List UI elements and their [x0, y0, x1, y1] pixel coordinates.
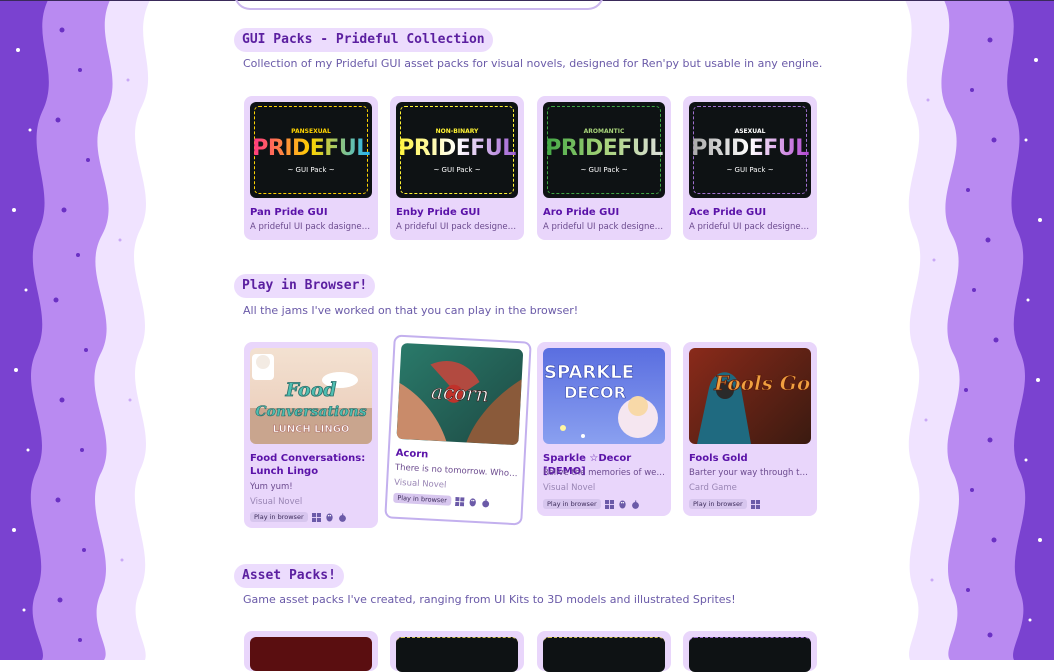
windows-icon — [311, 512, 321, 522]
game-thumbnail[interactable]: SPARKLE DECOR — [543, 348, 665, 444]
game-card-pan-pride-gui[interactable]: PANSEXUAL PRIDEFUL ~ GUI Pack ~ Pan Prid… — [244, 96, 378, 240]
thumbnail-word: PRIDEFUL — [689, 136, 811, 161]
play-in-browser-badge[interactable]: Play in browser — [689, 499, 747, 509]
game-card-ace-pride-gui[interactable]: ASEXUAL PRIDEFUL ~ GUI Pack ~ Ace Pride … — [683, 96, 817, 240]
game-thumbnail[interactable]: Fools Gold — [689, 348, 811, 444]
game-title-link[interactable]: Fools Gold — [689, 452, 813, 465]
previous-section-frame — [234, 0, 604, 10]
thumbnail-title-line2: DECOR — [564, 383, 626, 402]
asset-card[interactable] — [683, 631, 817, 672]
game-card-enby-pride-gui[interactable]: NON-BINARY PRIDEFUL ~ GUI Pack ~ Enby Pr… — [390, 96, 524, 240]
section-description-play-in-browser: All the jams I've worked on that you can… — [243, 304, 579, 317]
asset-thumbnail[interactable] — [250, 637, 372, 671]
game-platforms: Play in browser — [250, 512, 347, 522]
asset-card[interactable] — [390, 631, 524, 672]
asset-card[interactable] — [537, 631, 671, 672]
windows-icon — [454, 496, 465, 506]
game-thumbnail[interactable]: AROMANTIC PRIDEFUL ~ GUI Pack ~ — [543, 102, 665, 198]
play-in-browser-badge[interactable]: Play in browser — [250, 512, 308, 522]
asset-thumbnail[interactable] — [689, 637, 811, 672]
windows-icon — [604, 499, 614, 509]
game-title-link[interactable]: Pan Pride GUI — [250, 206, 374, 219]
thumbnail-label: ASEXUAL — [734, 128, 766, 135]
thumbnail-subtitle: LUNCH LINGO — [273, 424, 350, 435]
game-description: Relive the memories of web decorating — [543, 468, 667, 478]
thumbnail-title-line1: SPARKLE — [544, 362, 634, 383]
thumbnail-subtitle: ~ GUI Pack ~ — [287, 166, 335, 174]
section-description-asset-packs: Game asset packs I've created, ranging f… — [243, 593, 736, 606]
game-thumbnail[interactable]: Food Conversations LUNCH LINGO — [250, 348, 372, 444]
linux-icon — [469, 497, 476, 506]
thumbnail-word: PRIDEFUL — [543, 136, 665, 161]
apple-icon — [481, 498, 489, 507]
game-genre: Visual Novel — [393, 477, 447, 491]
game-genre: Visual Novel — [250, 497, 303, 507]
thumbnail-label: NON-BINARY — [435, 128, 479, 135]
game-card-sparkle-decor[interactable]: SPARKLE DECOR Sparkle ☆Decor [DEMO] Reli… — [537, 342, 671, 516]
apple-icon — [338, 512, 346, 522]
game-card-fools-gold[interactable]: Fools Gold Fools Gold Barter your way th… — [683, 342, 817, 516]
thumbnail-subtitle: ~ GUI Pack ~ — [433, 166, 481, 174]
game-thumbnail[interactable]: acorn — [396, 342, 524, 446]
game-genre: Visual Novel — [543, 483, 596, 493]
game-description: Yum yum! — [250, 482, 293, 492]
game-card-acorn[interactable]: acorn Acorn There is no tomorrow. Who wi… — [384, 334, 532, 526]
asset-card[interactable] — [244, 631, 378, 671]
game-card-aro-pride-gui[interactable]: AROMANTIC PRIDEFUL ~ GUI Pack ~ Aro Prid… — [537, 96, 671, 240]
game-title-link[interactable]: Enby Pride GUI — [396, 206, 520, 219]
thumbnail-title-line1: Food — [284, 379, 336, 401]
game-title-link[interactable]: Aro Pride GUI — [543, 206, 667, 219]
section-description-gui-packs: Collection of my Prideful GUI asset pack… — [243, 57, 823, 70]
thumbnail-word: PRIDEFUL — [250, 136, 372, 161]
game-title-link[interactable]: Food Conversations: Lunch Lingo — [250, 452, 374, 478]
asset-thumbnail[interactable] — [396, 637, 518, 672]
thumbnail-title-line2: Conversations — [255, 404, 366, 420]
game-description: A prideful UI pack designed for Ren'Py — [543, 222, 667, 232]
thumbnail-illustration: Food Conversations LUNCH LINGO — [250, 354, 372, 444]
thumbnail-label: PANSEXUAL — [291, 128, 331, 135]
play-in-browser-badge[interactable]: Play in browser — [393, 492, 452, 506]
section-title-gui-packs: GUI Packs - Prideful Collection — [234, 28, 493, 52]
apple-icon — [631, 499, 639, 509]
section-title-play-in-browser: Play in Browser! — [234, 274, 376, 298]
game-genre: Card Game — [689, 483, 737, 493]
thumbnail-title: acorn — [431, 380, 490, 407]
game-platforms: Play in browser — [393, 492, 490, 508]
windows-icon — [750, 499, 760, 509]
thumbnail-label: AROMANTIC — [583, 128, 625, 135]
thumbnail-illustration: acorn — [396, 360, 522, 446]
game-description: Barter your way through the market — [689, 468, 813, 478]
thumbnail-subtitle: ~ GUI Pack ~ — [726, 166, 774, 174]
game-platforms: Play in browser — [543, 499, 640, 509]
thumbnail-subtitle: ~ GUI Pack ~ — [580, 166, 628, 174]
thumbnail-word: PRIDEFUL — [396, 136, 518, 161]
game-description: A prideful UI pack designed for Ren'Py — [689, 222, 813, 232]
game-card-food-conversations[interactable]: Food Conversations LUNCH LINGO Food Conv… — [244, 342, 378, 528]
game-title-link[interactable]: Ace Pride GUI — [689, 206, 813, 219]
game-thumbnail[interactable]: PANSEXUAL PRIDEFUL ~ GUI Pack ~ — [250, 102, 372, 198]
thumbnail-illustration: SPARKLE DECOR — [544, 362, 658, 438]
wavy-background — [0, 0, 1054, 660]
asset-thumbnail[interactable] — [543, 637, 665, 672]
game-description: A prideful UI pack dasigned for Ren'Py — [250, 222, 374, 232]
game-description: A prideful UI pack designed for Ren'Py — [396, 222, 520, 232]
thumbnail-illustration: Fools Gold — [697, 371, 811, 444]
game-thumbnail[interactable]: NON-BINARY PRIDEFUL ~ GUI Pack ~ — [396, 102, 518, 198]
play-in-browser-badge[interactable]: Play in browser — [543, 499, 601, 509]
linux-icon — [325, 512, 333, 522]
linux-icon — [618, 499, 626, 509]
section-title-asset-packs: Asset Packs! — [234, 564, 344, 588]
thumbnail-title: Fools Gold — [713, 371, 811, 395]
game-thumbnail[interactable]: ASEXUAL PRIDEFUL ~ GUI Pack ~ — [689, 102, 811, 198]
game-platforms: Play in browser — [689, 499, 760, 509]
